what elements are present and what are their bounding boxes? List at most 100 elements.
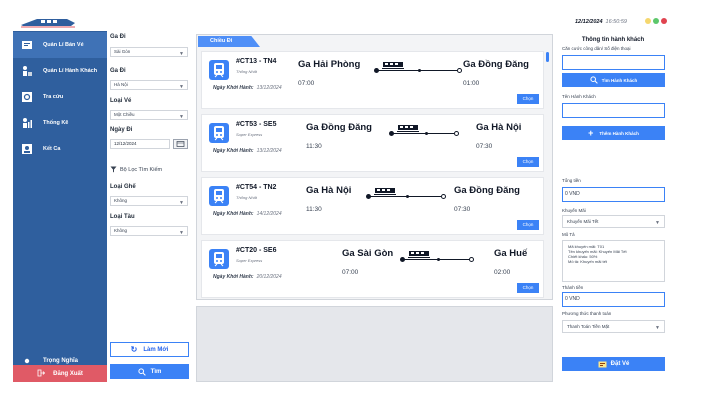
find-passenger-label: Tìm Hành Khách <box>601 77 638 83</box>
tab-outbound[interactable]: Chiều Đi <box>198 36 260 47</box>
logout-button[interactable]: Đăng Xuất <box>13 365 107 382</box>
book-ticket-button[interactable]: Đặt Vé <box>562 357 665 371</box>
passenger-name-input[interactable] <box>562 103 665 118</box>
ticket-type-label: Loại Vé <box>110 98 132 104</box>
shift-end-icon <box>21 143 33 155</box>
description-label: Mô Tả <box>562 232 575 237</box>
app-logo <box>13 12 107 31</box>
trip-card[interactable]: #CT54 - TN2 Thống Nhất Ngày Khởi Hành: 14… <box>201 177 544 235</box>
trip-code: #CT54 - TN2 <box>236 184 277 191</box>
chevron-down-icon: ▼ <box>179 114 184 120</box>
side-nav: Quản Lí Bán Vé Quản Lí Hành Khách Tra cứ… <box>13 12 107 382</box>
train-route-icon <box>397 125 419 132</box>
add-passenger-label: Thêm Hành Khách <box>599 130 639 136</box>
lookup-icon <box>21 91 33 103</box>
route-line <box>366 188 446 200</box>
name-label: Tên Hành Khách <box>562 94 596 99</box>
ticket-type-select[interactable]: Một Chiều ▼ <box>110 110 188 120</box>
statistics-icon <box>21 117 33 129</box>
chevron-down-icon: ▼ <box>655 325 660 331</box>
id-label: Căn cước công dân/ Số điện thoại <box>562 46 631 51</box>
departure-date-label: Ngày Đi <box>110 127 133 133</box>
to-station-label: Ga Đi <box>110 68 126 74</box>
nav-item-shift-end[interactable]: Kết Ca <box>13 136 107 162</box>
promotion-select[interactable]: Khuyến Mãi Tết ▼ <box>562 215 665 228</box>
maximize-dot[interactable] <box>653 18 659 24</box>
nav-item-lookup[interactable]: Tra cứu <box>13 84 107 110</box>
route-line <box>374 62 462 74</box>
refresh-button[interactable]: ↻ Làm Mới <box>110 342 189 357</box>
departure-date-caption: Ngày Khởi Hành: <box>213 148 254 154</box>
choose-trip-button[interactable]: Chọn <box>517 283 539 293</box>
origin-station: Ga Hà Nội <box>306 185 352 196</box>
choose-trip-button[interactable]: Chọn <box>517 220 539 230</box>
nav-item-label: Quản Lí Hành Khách <box>43 68 98 74</box>
choose-trip-button[interactable]: Chọn <box>517 94 539 104</box>
train-logo-icon <box>21 19 75 28</box>
departure-date-value: 13/12/2024 <box>256 85 282 91</box>
find-passenger-button[interactable]: Tìm Hành Khách <box>562 73 665 87</box>
logout-icon <box>37 369 46 379</box>
payment-method-value: Thanh Toán Tiền Mặt <box>567 324 610 329</box>
train-icon <box>209 123 229 143</box>
seat-type-select[interactable]: Không ▼ <box>110 196 188 206</box>
seat-type-value: Không <box>114 198 128 203</box>
id-phone-input[interactable] <box>562 55 665 70</box>
origin-station: Ga Sài Gòn <box>342 248 394 259</box>
train-type: Thống Nhất <box>236 195 257 200</box>
departure-date-caption: Ngày Khởi Hành: <box>213 211 254 217</box>
calendar-button[interactable] <box>173 139 188 149</box>
from-station-select[interactable]: Sài Gòn ▼ <box>110 47 188 57</box>
choose-trip-button[interactable]: Chọn <box>517 157 539 167</box>
promotion-label: Khuyến Mãi <box>562 208 586 213</box>
nav-item-label: Thống Kê <box>43 120 69 126</box>
close-dot[interactable] <box>661 18 667 24</box>
train-type: Super Express <box>236 132 263 137</box>
search-button[interactable]: Tìm <box>110 364 189 379</box>
origin-station: Ga Đồng Đăng <box>306 122 372 133</box>
departure-date-value: 14/12/2024 <box>256 211 282 217</box>
trip-list-scrollbar[interactable] <box>546 52 549 62</box>
trip-card[interactable]: #CT53 - SE5 Super Express Ngày Khởi Hành… <box>201 114 544 172</box>
payment-method-label: Phương thức thanh toán <box>562 311 612 316</box>
payment-amount-label: Thành tiền <box>562 285 584 290</box>
passenger-info-title: Thông tin hành khách <box>581 37 645 43</box>
from-station-value: Sài Gòn <box>114 49 131 54</box>
total-amount-field: 0 VND <box>562 187 665 202</box>
minimize-dot[interactable] <box>645 18 651 24</box>
clock: 12/12/2024 16:50:59 <box>575 19 627 25</box>
nav-item-passengers[interactable]: Quản Lí Hành Khách <box>13 58 107 84</box>
trip-list: #CT13 - TN4 Thống Nhất Ngày Khởi Hành: 13… <box>201 51 544 299</box>
total-label: Tổng tiền <box>562 178 581 183</box>
promotion-description: Mã khuyến mãi: T01 Tên khuyến mãi: Khuyế… <box>562 240 665 282</box>
trip-code: #CT53 - SE5 <box>236 121 277 128</box>
chevron-down-icon: ▼ <box>179 51 184 57</box>
refresh-icon: ↻ <box>130 345 138 354</box>
departure-date: Ngày Khởi Hành: 14/12/2024 <box>213 211 282 217</box>
departure-date-input[interactable]: 12/12/2024 <box>110 139 170 149</box>
trip-code: #CT20 - SE6 <box>236 247 277 254</box>
logout-label: Đăng Xuất <box>53 370 83 377</box>
arrival-time: 07:30 <box>454 206 471 213</box>
current-date: 12/12/2024 <box>575 19 603 25</box>
nav-item-statistics[interactable]: Thống Kê <box>13 110 107 136</box>
departure-date-value: 20/12/2024 <box>256 274 282 280</box>
train-type: Thống Nhất <box>236 69 257 74</box>
passenger-icon <box>21 65 33 77</box>
train-type: Super Express <box>236 258 263 263</box>
train-type-select[interactable]: Không ▼ <box>110 226 188 236</box>
to-station-select[interactable]: Hà Nội ▼ <box>110 80 188 90</box>
trip-code: #CT13 - TN4 <box>236 58 277 65</box>
payment-method-select[interactable]: Thanh Toán Tiền Mặt ▼ <box>562 320 665 333</box>
nav-item-ticket-sales[interactable]: Quản Lí Bán Vé <box>13 32 107 58</box>
trip-card[interactable]: #CT20 - SE6 Super Express Ngày Khởi Hành… <box>201 240 544 298</box>
to-station-value: Hà Nội <box>114 82 128 87</box>
plus-icon: + <box>588 127 594 138</box>
add-passenger-button[interactable]: + Thêm Hành Khách <box>562 126 665 140</box>
trip-card[interactable]: #CT13 - TN4 Thống Nhất Ngày Khởi Hành: 13… <box>201 51 544 109</box>
book-ticket-label: Đặt Vé <box>610 361 630 367</box>
promotion-value: Khuyến Mãi Tết <box>567 219 599 224</box>
search-label: Tìm <box>150 368 162 375</box>
tab-label: Chiều Đi <box>210 38 233 44</box>
train-route-icon <box>408 251 430 258</box>
